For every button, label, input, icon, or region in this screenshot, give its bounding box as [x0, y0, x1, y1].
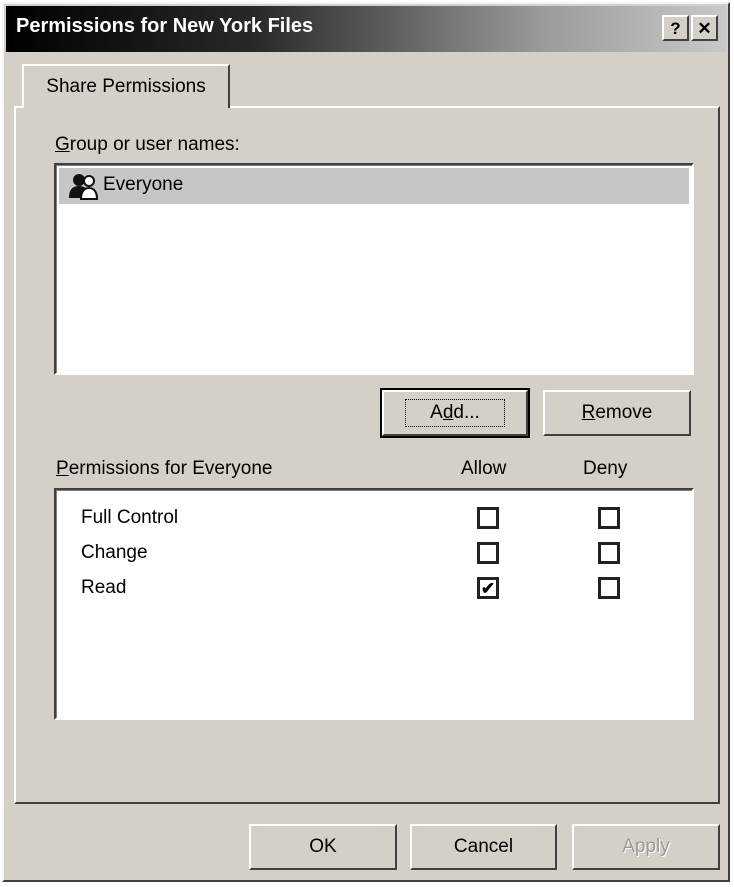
allow-checkbox[interactable]: [477, 542, 499, 564]
allow-checkbox[interactable]: [477, 507, 499, 529]
permission-row-change: Change: [56, 539, 692, 571]
tab-label: Share Permissions: [46, 76, 206, 97]
help-button[interactable]: ?: [662, 15, 689, 41]
allow-column-header: Allow: [461, 458, 507, 479]
deny-checkbox[interactable]: [598, 507, 620, 529]
group-user-list[interactable]: Everyone: [54, 163, 694, 375]
permission-name: Full Control: [81, 507, 179, 528]
title-bar[interactable]: Permissions for New York Files ? ✕: [6, 6, 726, 52]
permissions-list: Full Control Change Read ✔: [54, 488, 694, 720]
cancel-button[interactable]: Cancel: [410, 824, 557, 870]
permission-row-full-control: Full Control: [56, 504, 692, 536]
allow-checkbox[interactable]: ✔: [477, 577, 499, 599]
list-item-everyone[interactable]: Everyone: [59, 168, 689, 204]
deny-checkbox[interactable]: [598, 577, 620, 599]
window-title: Permissions for New York Files: [16, 15, 314, 37]
deny-column-header: Deny: [583, 458, 628, 479]
apply-button[interactable]: Apply: [572, 824, 720, 870]
group-icon: [69, 174, 99, 200]
permission-name: Change: [81, 542, 148, 563]
permission-name: Read: [81, 577, 127, 598]
permission-row-read: Read ✔: [56, 574, 692, 606]
group-or-user-names-label: Group or user names:: [55, 134, 240, 155]
add-button[interactable]: Add...: [380, 388, 530, 438]
close-button[interactable]: ✕: [691, 15, 718, 41]
ok-button[interactable]: OK: [249, 824, 397, 870]
permissions-for-label: Permissions for Everyone: [56, 458, 273, 479]
user-name: Everyone: [103, 174, 184, 195]
tab-share-permissions[interactable]: Share Permissions: [22, 64, 230, 108]
add-button-label: Add...: [405, 399, 505, 427]
remove-button[interactable]: Remove: [543, 390, 691, 436]
deny-checkbox[interactable]: [598, 542, 620, 564]
